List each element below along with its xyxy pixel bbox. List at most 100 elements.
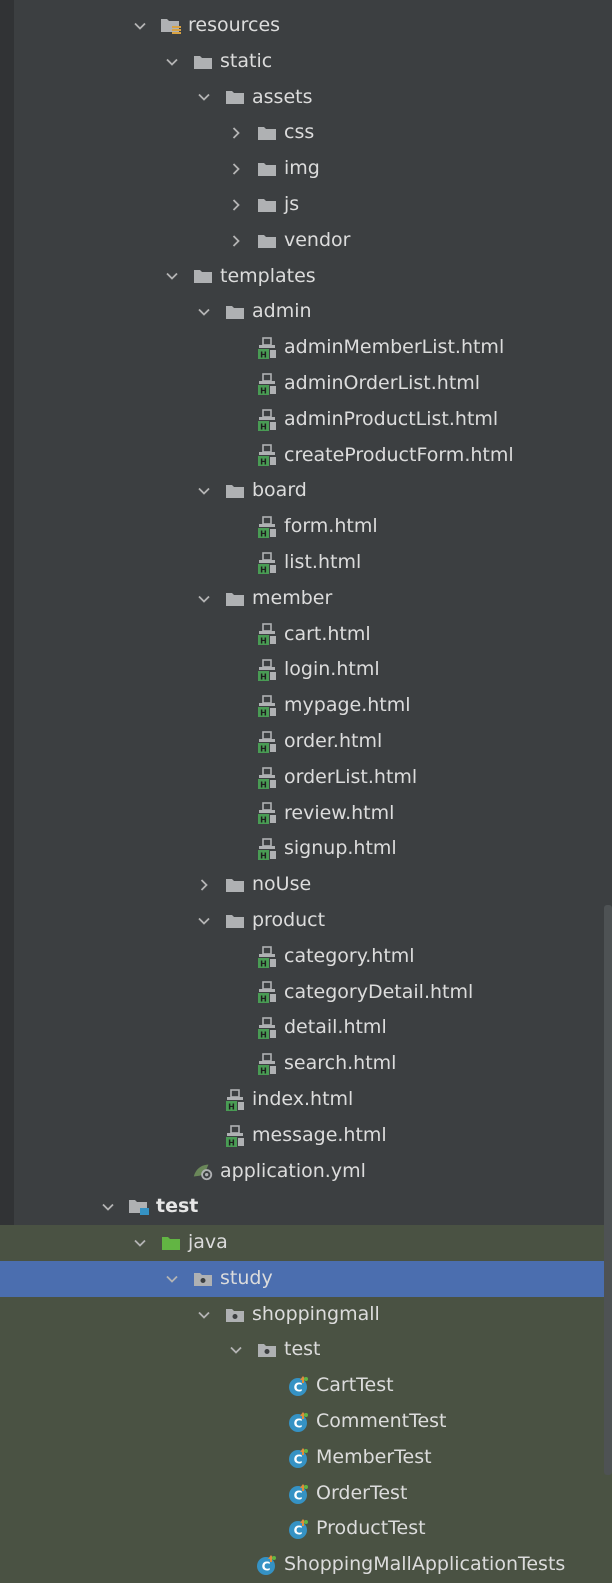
chevron-down-icon[interactable]	[196, 903, 212, 939]
tree-row[interactable]: member	[0, 581, 612, 617]
svg-text:H: H	[260, 780, 267, 789]
tree-row[interactable]: Hlogin.html	[0, 652, 612, 688]
tree-row[interactable]: Hindex.html	[0, 1082, 612, 1118]
package-icon	[224, 1297, 246, 1333]
tree-item-label: order.html	[284, 729, 383, 752]
folder-icon	[224, 294, 246, 330]
tree-row[interactable]: templates	[0, 259, 612, 295]
chevron-down-icon[interactable]	[196, 473, 212, 509]
tree-row[interactable]: Hlist.html	[0, 545, 612, 581]
project-tree: resources static assets css img js vendor templ…	[0, 8, 612, 1583]
chevron-down-icon[interactable]	[164, 259, 180, 295]
tree-row[interactable]: static	[0, 44, 612, 80]
chevron-right-icon[interactable]	[228, 115, 244, 151]
tree-row[interactable]: HorderList.html	[0, 760, 612, 796]
tree-item-label: shoppingmall	[252, 1302, 380, 1325]
tree-row[interactable]: C ProductTest	[0, 1511, 612, 1548]
html-file-icon: H	[256, 402, 278, 438]
tree-row[interactable]: admin	[0, 294, 612, 330]
tree-row[interactable]: Hsignup.html	[0, 831, 612, 867]
chevron-right-icon[interactable]	[228, 223, 244, 259]
package-icon	[256, 1332, 278, 1368]
tree-row[interactable]: study	[0, 1260, 612, 1297]
html-file-icon: H	[256, 509, 278, 545]
tree-row[interactable]: resources	[0, 8, 612, 44]
tree-row[interactable]: C OrderTest	[0, 1475, 612, 1512]
tree-row[interactable]: Hmessage.html	[0, 1118, 612, 1154]
tree-row[interactable]: HadminMemberList.html	[0, 330, 612, 366]
tree-row[interactable]: Horder.html	[0, 724, 612, 760]
tree-item-label: adminOrderList.html	[284, 371, 481, 394]
chevron-down-icon[interactable]	[196, 80, 212, 116]
html-file-icon: H	[256, 330, 278, 366]
svg-text:H: H	[260, 422, 267, 431]
tree-row[interactable]: C ShoppingMallApplicationTests	[0, 1547, 612, 1583]
chevron-down-icon[interactable]	[100, 1189, 116, 1225]
svg-text:H: H	[260, 959, 267, 968]
html-file-icon: H	[256, 1010, 278, 1046]
tree-item-label: board	[252, 479, 307, 502]
html-file-icon: H	[256, 831, 278, 867]
chevron-right-icon[interactable]	[196, 867, 212, 903]
html-file-icon: H	[256, 724, 278, 760]
chevron-down-icon[interactable]	[164, 44, 180, 80]
tree-row[interactable]: HcategoryDetail.html	[0, 975, 612, 1011]
tree-row[interactable]: img	[0, 151, 612, 187]
tree-row[interactable]: Hform.html	[0, 509, 612, 545]
tree-item-label: resources	[188, 14, 281, 36]
chevron-down-icon[interactable]	[228, 1332, 244, 1368]
folder-icon	[192, 44, 214, 80]
tree-item-label: study	[220, 1266, 273, 1289]
tree-row[interactable]: Hcategory.html	[0, 939, 612, 975]
tree-item-label: signup.html	[284, 837, 397, 860]
yml-config-icon	[192, 1154, 214, 1190]
chevron-right-icon[interactable]	[228, 151, 244, 187]
tree-row[interactable]: noUse	[0, 867, 612, 903]
tree-item-label: category.html	[284, 944, 415, 967]
tree-row[interactable]: Hdetail.html	[0, 1010, 612, 1046]
tree-row[interactable]: Hsearch.html	[0, 1046, 612, 1082]
tree-row[interactable]: Hcart.html	[0, 617, 612, 653]
chevron-down-icon[interactable]	[196, 581, 212, 617]
tree-row[interactable]: HadminOrderList.html	[0, 366, 612, 402]
svg-text:C: C	[294, 1524, 303, 1538]
tree-row[interactable]: C CommentTest	[0, 1404, 612, 1440]
tree-item-label: noUse	[252, 873, 312, 896]
folder-icon	[224, 867, 246, 903]
chevron-down-icon[interactable]	[132, 1225, 148, 1261]
chevron-right-icon[interactable]	[228, 187, 244, 223]
tree-row[interactable]: vendor	[0, 223, 612, 259]
tree-row[interactable]: C MemberTest	[0, 1439, 612, 1476]
svg-text:H: H	[228, 1138, 235, 1147]
tree-row[interactable]: test	[0, 1189, 612, 1225]
tree-row[interactable]: Hreview.html	[0, 796, 612, 832]
tree-row[interactable]: application.yml	[0, 1154, 612, 1190]
svg-text:H: H	[228, 1102, 235, 1111]
chevron-down-icon[interactable]	[164, 1261, 180, 1297]
tree-item-label: createProductForm.html	[284, 443, 514, 466]
tree-row[interactable]: assets	[0, 80, 612, 116]
tree-row[interactable]: C CartTest	[0, 1368, 612, 1405]
tree-row[interactable]: product	[0, 903, 612, 939]
html-file-icon: H	[256, 617, 278, 653]
tree-row[interactable]: HadminProductList.html	[0, 402, 612, 438]
chevron-down-icon[interactable]	[196, 1297, 212, 1333]
tree-row[interactable]: HcreateProductForm.html	[0, 438, 612, 474]
tree-row[interactable]: board	[0, 473, 612, 509]
tree-item-label: img	[284, 157, 320, 180]
tree-item-label: index.html	[252, 1087, 354, 1110]
folder-icon	[256, 115, 278, 151]
tree-row[interactable]: js	[0, 187, 612, 223]
test-class-icon: C	[256, 1547, 278, 1583]
tree-row[interactable]: shoppingmall	[0, 1296, 612, 1333]
svg-text:H: H	[260, 709, 267, 718]
scrollbar[interactable]	[604, 905, 612, 1475]
test-class-icon: C	[288, 1511, 310, 1547]
tree-row[interactable]: css	[0, 115, 612, 151]
tree-row[interactable]: test	[0, 1332, 612, 1369]
tree-row[interactable]: java	[0, 1225, 612, 1261]
tree-row[interactable]: Hmypage.html	[0, 688, 612, 724]
chevron-down-icon[interactable]	[196, 294, 212, 330]
chevron-down-icon[interactable]	[132, 8, 148, 44]
tree-item-label: css	[284, 121, 315, 144]
